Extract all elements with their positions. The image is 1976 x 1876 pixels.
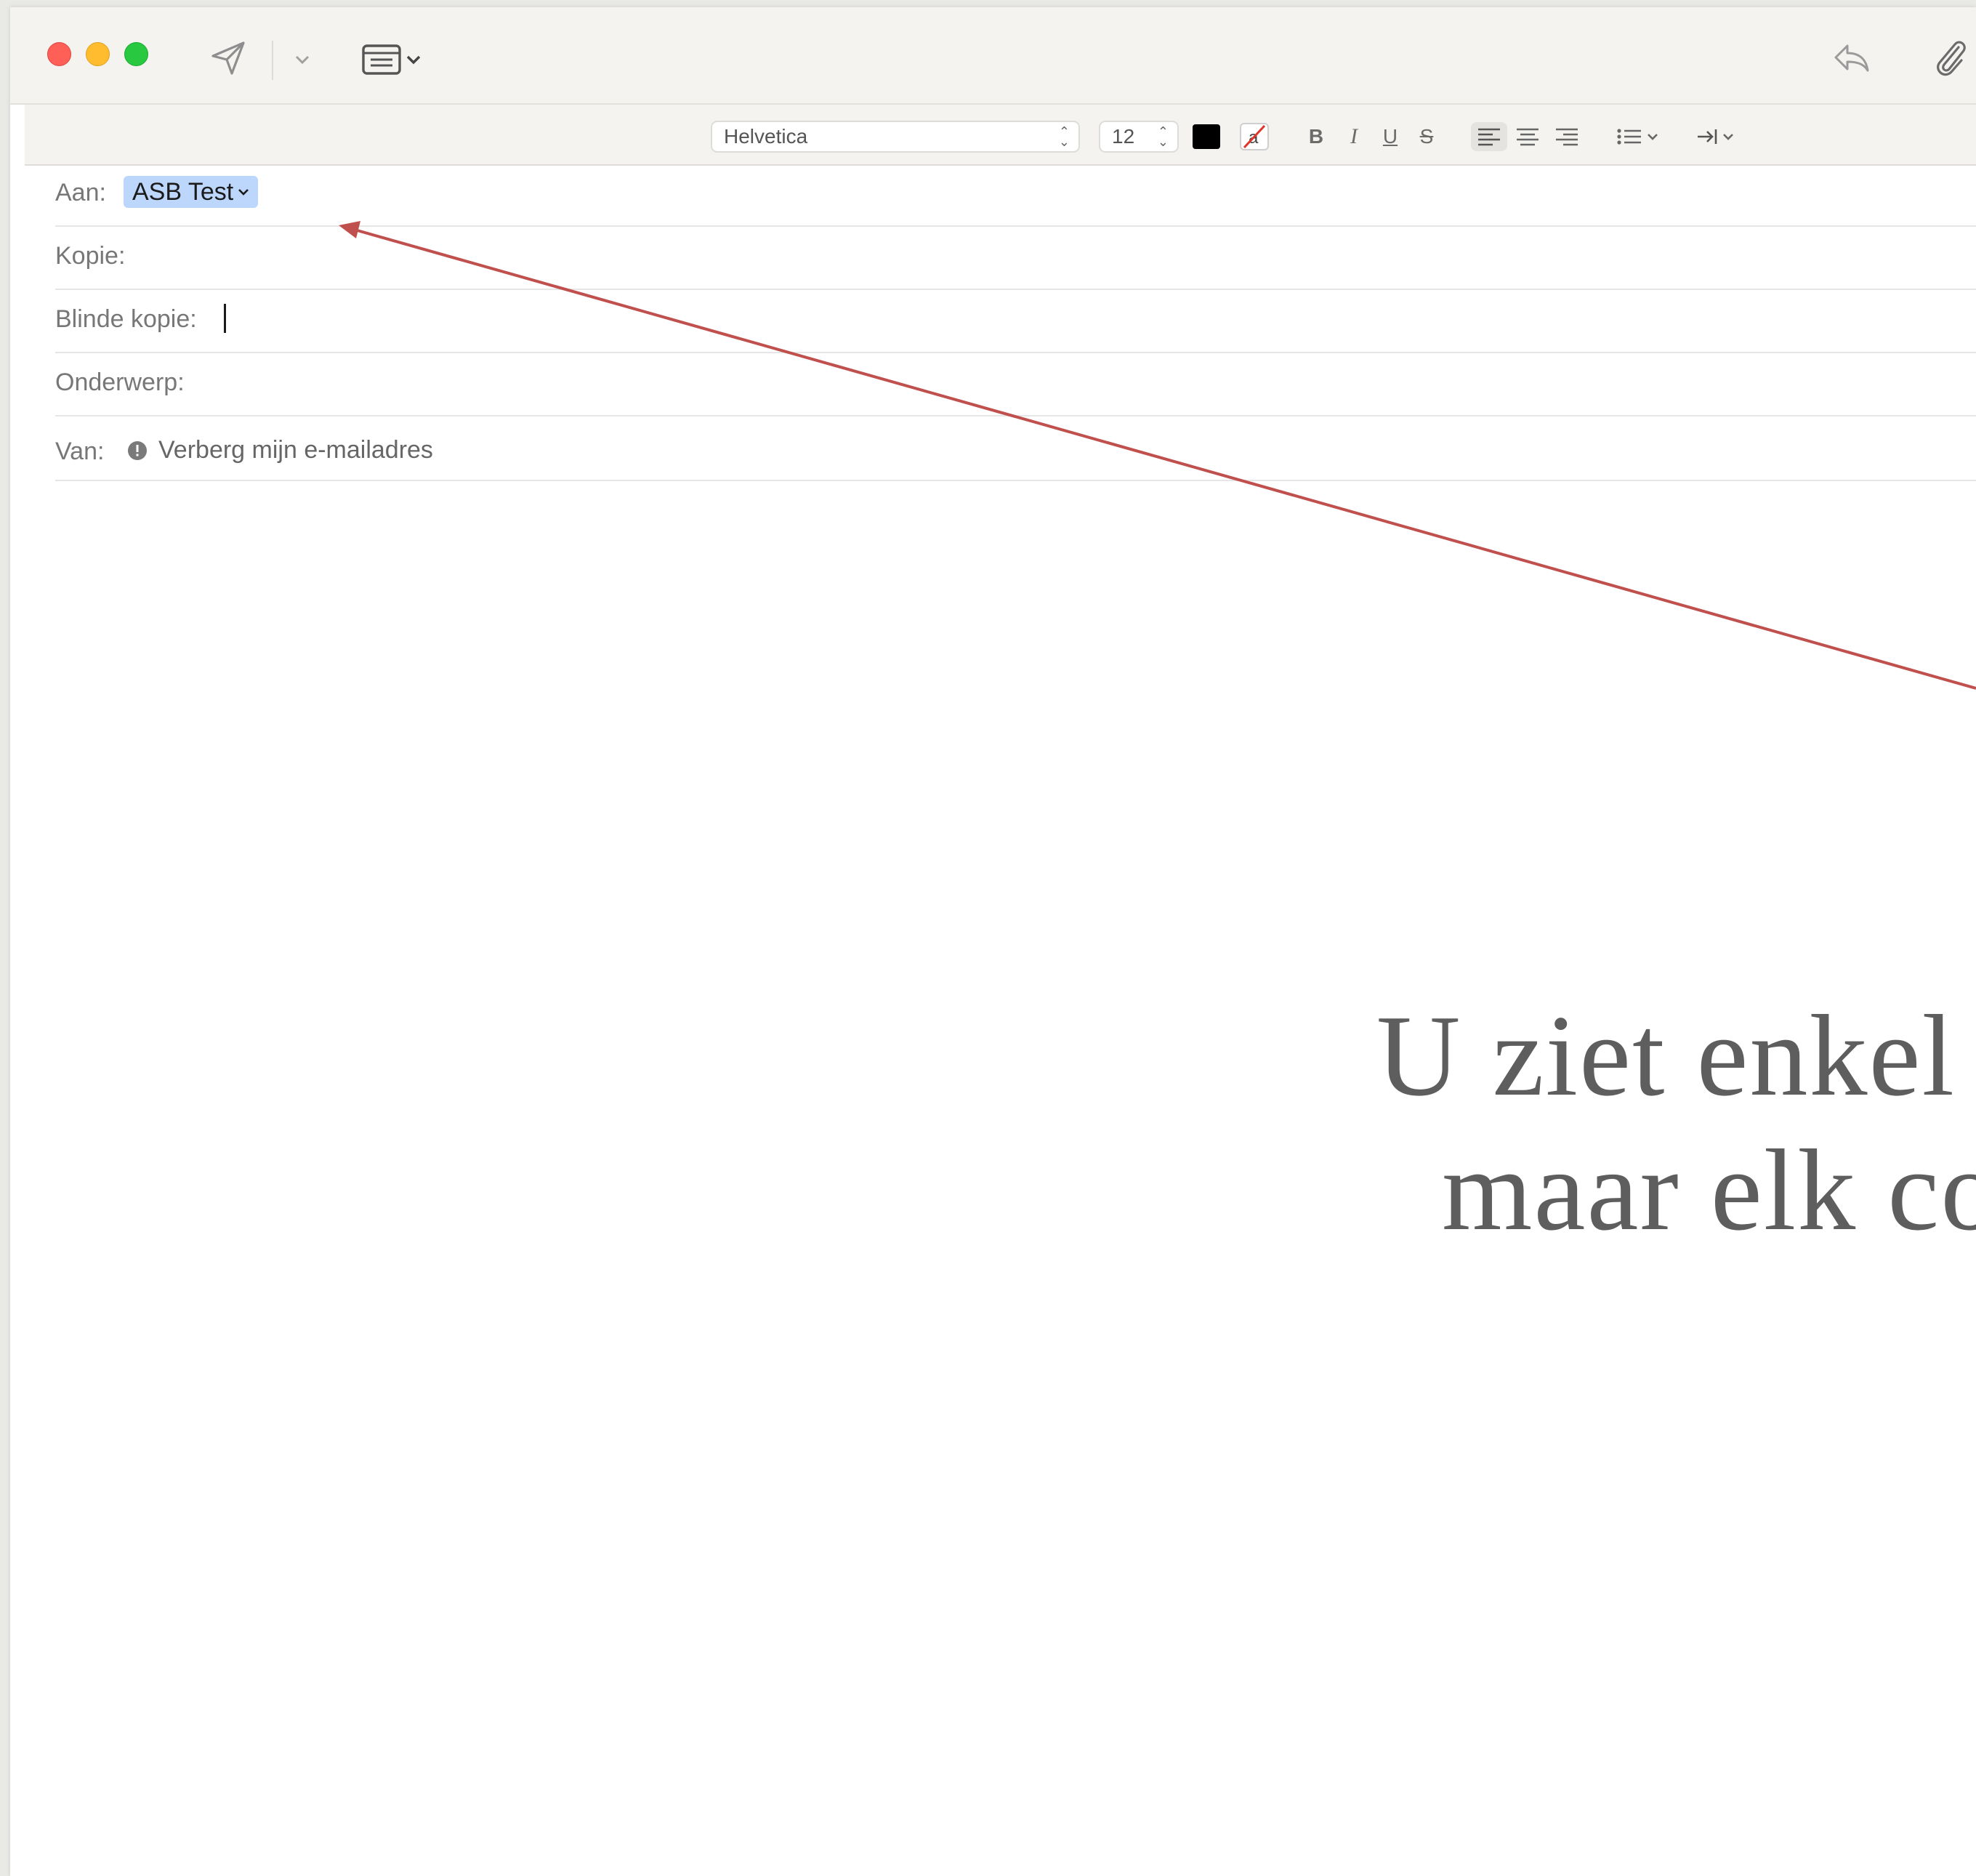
annotation-arrow (339, 221, 1976, 690)
annotation-line-2: maar elk co (1442, 1125, 1976, 1255)
mail-compose-window: Helvetica ⌃⌄ 12 ⌃⌄ a B I U S (10, 7, 1976, 1876)
annotation-line-1: U ziet enkel d (1376, 991, 1976, 1120)
